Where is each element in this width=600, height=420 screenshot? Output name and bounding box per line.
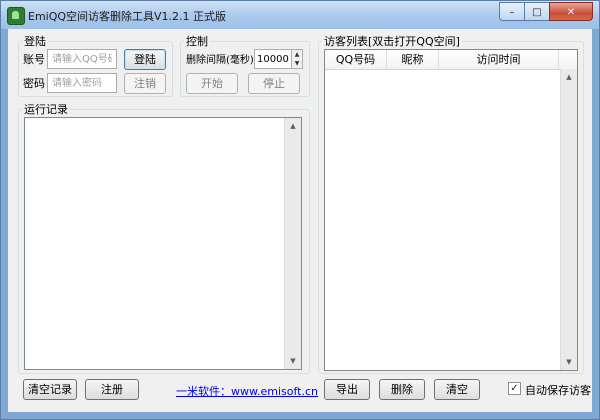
export-button[interactable]: 导出	[324, 379, 370, 400]
maximize-button[interactable]: □	[524, 2, 550, 21]
log-scrollbar[interactable]: ▲ ▼	[284, 118, 301, 369]
autosave-checkbox[interactable]: ✓	[508, 382, 521, 395]
minimize-button[interactable]: –	[499, 2, 525, 21]
website-link[interactable]: 一米软件：www.emisoft.cn	[176, 383, 318, 399]
scroll-down-icon[interactable]: ▼	[285, 353, 301, 369]
interval-label: 删除间隔(毫秒)	[186, 55, 254, 66]
scroll-down-icon[interactable]: ▼	[561, 354, 577, 370]
column-header-qq[interactable]: QQ号码	[325, 50, 387, 69]
logout-button[interactable]: 注销	[124, 73, 166, 94]
visitor-scrollbar[interactable]: ▲ ▼	[560, 69, 577, 370]
login-group-label: 登陆	[24, 35, 46, 48]
interval-input[interactable]	[254, 49, 292, 69]
visitor-list[interactable]: QQ号码 昵称 访问时间 ▲ ▼	[324, 49, 578, 371]
window-title: EmiQQ空间访客删除工具V1.2.1 正式版	[28, 10, 227, 23]
client-area: 登陆 账号 登陆 密码 注销 控制 删除间隔(毫秒) ▲ ▼ 开始 停止 运行记…	[8, 29, 592, 412]
clear-visitors-button[interactable]: 清空	[434, 379, 480, 400]
visitor-list-header: QQ号码 昵称 访问时间	[325, 50, 577, 70]
scroll-up-icon[interactable]: ▲	[285, 118, 301, 134]
window-controls: – □ ✕	[499, 2, 593, 21]
column-header-nickname[interactable]: 昵称	[387, 50, 439, 69]
scroll-up-icon[interactable]: ▲	[561, 69, 577, 85]
password-label: 密码	[23, 77, 45, 90]
start-button[interactable]: 开始	[186, 73, 238, 94]
spin-down-icon[interactable]: ▼	[292, 59, 302, 68]
account-input[interactable]	[47, 49, 117, 69]
visitor-group-label: 访客列表[双击打开QQ空间]	[324, 35, 460, 48]
delete-button[interactable]: 删除	[379, 379, 425, 400]
close-button[interactable]: ✕	[549, 2, 593, 21]
login-button[interactable]: 登陆	[124, 49, 166, 70]
clear-log-button[interactable]: 清空记录	[23, 379, 77, 400]
column-header-visit-time[interactable]: 访问时间	[439, 50, 559, 69]
control-group-label: 控制	[186, 35, 208, 48]
interval-spinner[interactable]: ▲ ▼	[292, 49, 303, 69]
log-group-label: 运行记录	[24, 103, 68, 116]
spin-up-icon[interactable]: ▲	[292, 50, 302, 59]
log-textarea[interactable]: ▲ ▼	[24, 117, 302, 370]
app-icon	[7, 7, 25, 25]
register-button[interactable]: 注册	[85, 379, 139, 400]
account-label: 账号	[23, 53, 45, 66]
autosave-label: 自动保存访客	[525, 384, 591, 397]
title-bar[interactable]: EmiQQ空间访客删除工具V1.2.1 正式版 – □ ✕	[1, 1, 599, 29]
app-window: EmiQQ空间访客删除工具V1.2.1 正式版 – □ ✕ 登陆 账号 登陆 密…	[0, 0, 600, 420]
stop-button[interactable]: 停止	[248, 73, 300, 94]
password-input[interactable]	[47, 73, 117, 93]
